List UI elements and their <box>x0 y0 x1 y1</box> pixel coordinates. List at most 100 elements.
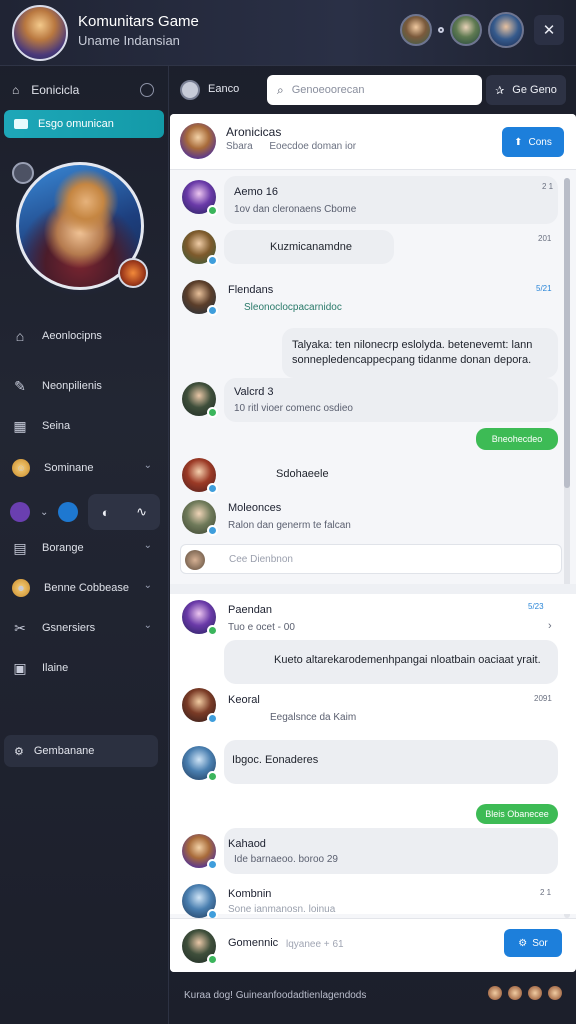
message-bubble <box>224 378 558 422</box>
message-time: 5/23 <box>528 602 544 611</box>
reply-input[interactable]: Cee Dienbnon <box>180 544 562 574</box>
emoji-icon: ☻ <box>12 579 30 597</box>
message-text: 1ov dan cleronaens Cbome <box>234 204 357 215</box>
message-time: 2 1 <box>540 888 552 897</box>
avatar[interactable] <box>182 884 218 920</box>
sidebar-item-label: Borange <box>42 542 84 554</box>
online-status-icon <box>207 859 218 870</box>
avatar[interactable] <box>508 986 522 1000</box>
avatar[interactable] <box>182 382 218 418</box>
avatar[interactable] <box>180 123 216 159</box>
search-icon: ⌕ <box>277 82 284 97</box>
sidebar-item-label: Eonicicla <box>31 83 80 97</box>
reply-placeholder: Cee Dienbnon <box>229 554 293 565</box>
chevron-down-icon: ⌄ <box>143 540 152 551</box>
chat-icon <box>14 119 28 129</box>
close-button[interactable]: ✕ <box>534 15 564 45</box>
community-avatar[interactable] <box>12 5 68 61</box>
sidebar-item-4[interactable]: ▤ Borange ⌄ <box>12 538 158 558</box>
sidebar-item-2[interactable]: ▦ Seina <box>12 416 158 436</box>
search-placeholder: Genoeoorecan <box>291 84 365 96</box>
message-author: Paendan <box>228 604 273 616</box>
section-divider <box>170 584 576 594</box>
header-action-button[interactable]: ✰ Ge Geno <box>486 75 566 105</box>
sidebar-item-1[interactable]: ✎ Neonpilienis <box>12 376 158 396</box>
sidebar-bottom-button[interactable]: ⚙ Gembanane <box>4 735 158 767</box>
app-subtitle: Uname Indansian <box>78 33 180 48</box>
sidebar-item-0[interactable]: ⌂ Aeonlocipns <box>12 326 158 346</box>
sidebar-item-label: Sominane <box>44 462 94 474</box>
image-icon: ▣ <box>13 659 27 676</box>
channel-icon <box>180 80 200 100</box>
online-status-icon <box>207 305 218 316</box>
message-author: Valcrd 3 <box>234 386 274 398</box>
settings-icon: ⚙ <box>14 745 24 758</box>
avatar[interactable] <box>182 180 218 216</box>
message-text: Kueto altarekarodemenhpangai nloatbain o… <box>274 654 541 666</box>
chevron-down-icon[interactable]: ⌄ <box>40 507 48 518</box>
pinned-name: Aronicicas <box>226 125 282 139</box>
avatar[interactable] <box>528 986 542 1000</box>
channel-label: Eanco <box>208 83 240 95</box>
blue-app-icon[interactable] <box>58 502 79 522</box>
online-status-icon <box>207 713 218 724</box>
avatar[interactable] <box>182 834 218 870</box>
profile-card[interactable] <box>12 158 148 296</box>
avatar[interactable] <box>182 746 218 782</box>
main-header: Eanco ⌕ Genoeoorecan ✰ Ge Geno <box>168 66 576 114</box>
composer-hint[interactable]: lqyanee + 61 <box>286 939 344 950</box>
avatar[interactable] <box>488 986 502 1000</box>
online-status-icon <box>207 954 218 965</box>
reply-chip[interactable]: Bleis Obanecee <box>476 804 558 824</box>
chevron-down-icon: ⌄ <box>143 460 152 471</box>
scrollbar-thumb[interactable] <box>564 178 570 488</box>
join-button[interactable]: ⬆ Cons <box>502 127 564 157</box>
sidebar-item-7[interactable]: ▣ Ilaine <box>12 658 158 678</box>
avatar[interactable] <box>548 986 562 1000</box>
message-time: 5/21 <box>536 284 552 293</box>
profile-rank-icon <box>12 162 34 184</box>
sidebar-item-home[interactable]: ⌂ Eonicicla <box>12 82 158 98</box>
sidebar-item-active[interactable]: Esgo omunican <box>4 110 164 138</box>
sidebar: ⌂ Eonicicla Esgo omunican ⌂ Aeonlocipns … <box>0 66 168 1024</box>
friend-avatar[interactable] <box>488 12 524 48</box>
composer-hint-text: lqyanee + <box>286 939 330 950</box>
avatar[interactable] <box>182 230 218 266</box>
message-text: Ibgoc. Eonaderes <box>232 754 319 766</box>
avatar[interactable] <box>182 600 218 636</box>
sidebar-item-6[interactable]: ✂ Gsnersiers ⌄ <box>12 618 158 638</box>
home-icon: ⌂ <box>15 328 25 344</box>
send-button[interactable]: ⚙ Sor <box>504 929 562 957</box>
sidebar-item-3[interactable]: ☺ Sominane ⌄ <box>12 458 158 478</box>
friend-avatar[interactable] <box>400 14 432 46</box>
pinned-sub-b: Eoecdoe doman ior <box>269 141 357 152</box>
sidebar-bottom-label: Gembanane <box>33 745 95 757</box>
join-icon: ⬆ <box>514 136 523 148</box>
sidebar-item-label: Neonpilienis <box>42 380 102 392</box>
sidebar-item-label: Esgo omunican <box>38 118 114 130</box>
avatar[interactable] <box>182 500 218 536</box>
message-author: Moleonces <box>228 502 282 514</box>
circle-icon <box>140 83 154 97</box>
friend-avatar[interactable] <box>450 14 482 46</box>
message-text: Kuzmicanamdne <box>270 241 352 253</box>
purple-app-icon[interactable] <box>10 502 30 522</box>
message-text: Tuo e ocet - 00 <box>228 622 295 633</box>
online-friends: ✕ <box>400 12 564 48</box>
pinned-message[interactable]: Aronicicas Sbara Eoecdoe doman ior ⬆ Con… <box>170 114 576 170</box>
sidebar-item-5[interactable]: ☻ Benne Cobbease ⌄ <box>12 578 158 598</box>
avatar[interactable] <box>182 929 218 965</box>
reply-chip[interactable]: Bneohecdeo <box>476 428 558 450</box>
controller-toggle[interactable]: ◐ ∿ <box>88 494 161 530</box>
avatar[interactable] <box>182 688 218 724</box>
chat-panel: Aronicicas Sbara Eoecdoe doman ior ⬆ Con… <box>170 114 576 972</box>
avatar[interactable] <box>182 280 218 316</box>
avatar[interactable] <box>182 458 218 494</box>
home-icon: ⌂ <box>12 83 20 97</box>
chevron-right-icon[interactable]: › <box>548 620 552 632</box>
send-icon: ⚙ <box>518 937 528 949</box>
composer-name: Gomennic <box>228 937 279 949</box>
search-input[interactable]: ⌕ Genoeoorecan <box>267 75 482 105</box>
message-text: Eegalsnce da Kaim <box>270 712 357 723</box>
status-footer: Kuraa dog! Guineanfoodadtienlagendods <box>0 972 576 1024</box>
